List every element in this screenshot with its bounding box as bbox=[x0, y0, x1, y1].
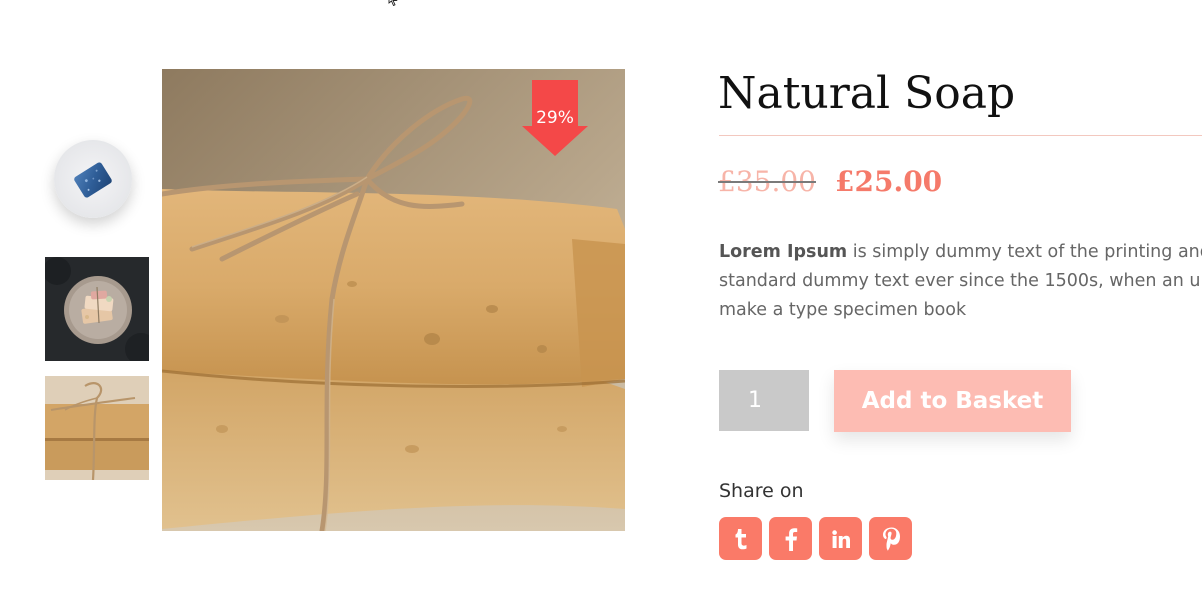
share-linkedin-button[interactable] bbox=[819, 517, 862, 560]
quantity-input[interactable] bbox=[719, 370, 809, 431]
discount-badge: 29% bbox=[522, 80, 588, 156]
title-divider bbox=[719, 135, 1202, 136]
pinterest-icon bbox=[882, 527, 900, 551]
thumbnail-tied-soap-bars[interactable] bbox=[45, 376, 149, 480]
soap-stack-plate-thumbnail bbox=[45, 257, 149, 361]
product-description: Lorem Ipsum is simply dummy text of the … bbox=[719, 238, 1202, 328]
mouse-cursor-icon bbox=[388, 0, 398, 6]
description-line-1: Lorem Ipsum is simply dummy text of the … bbox=[719, 238, 1202, 267]
original-price: £35.00 bbox=[718, 165, 816, 198]
blue-soap-thumbnail bbox=[74, 162, 112, 198]
linkedin-icon bbox=[831, 529, 850, 548]
description-bold-text: Lorem Ipsum bbox=[719, 242, 848, 262]
sale-price: £25.00 bbox=[835, 165, 943, 198]
description-line-1-text: is simply dummy text of the printing and… bbox=[852, 242, 1202, 262]
thumbnail-soap-stack-plate[interactable] bbox=[45, 257, 149, 361]
description-line-2: standard dummy text ever since the 1500s… bbox=[719, 271, 1202, 291]
share-facebook-button[interactable] bbox=[769, 517, 812, 560]
add-to-basket-button[interactable]: Add to Basket bbox=[834, 370, 1071, 432]
discount-percent: 29% bbox=[536, 108, 574, 128]
tumblr-icon bbox=[735, 528, 746, 549]
product-page: 29% Natural Soap £35.00 £25.00 Lorem Ips… bbox=[0, 0, 1202, 612]
facebook-icon bbox=[785, 527, 797, 551]
share-tumblr-button[interactable] bbox=[719, 517, 762, 560]
share-label: Share on bbox=[719, 480, 804, 502]
tied-soap-bars-thumbnail bbox=[45, 376, 149, 480]
thumbnail-blue-soap[interactable] bbox=[54, 140, 132, 218]
share-pinterest-button[interactable] bbox=[869, 517, 912, 560]
description-line-3: make a type specimen book bbox=[719, 300, 967, 320]
product-title: Natural Soap bbox=[718, 68, 1016, 119]
